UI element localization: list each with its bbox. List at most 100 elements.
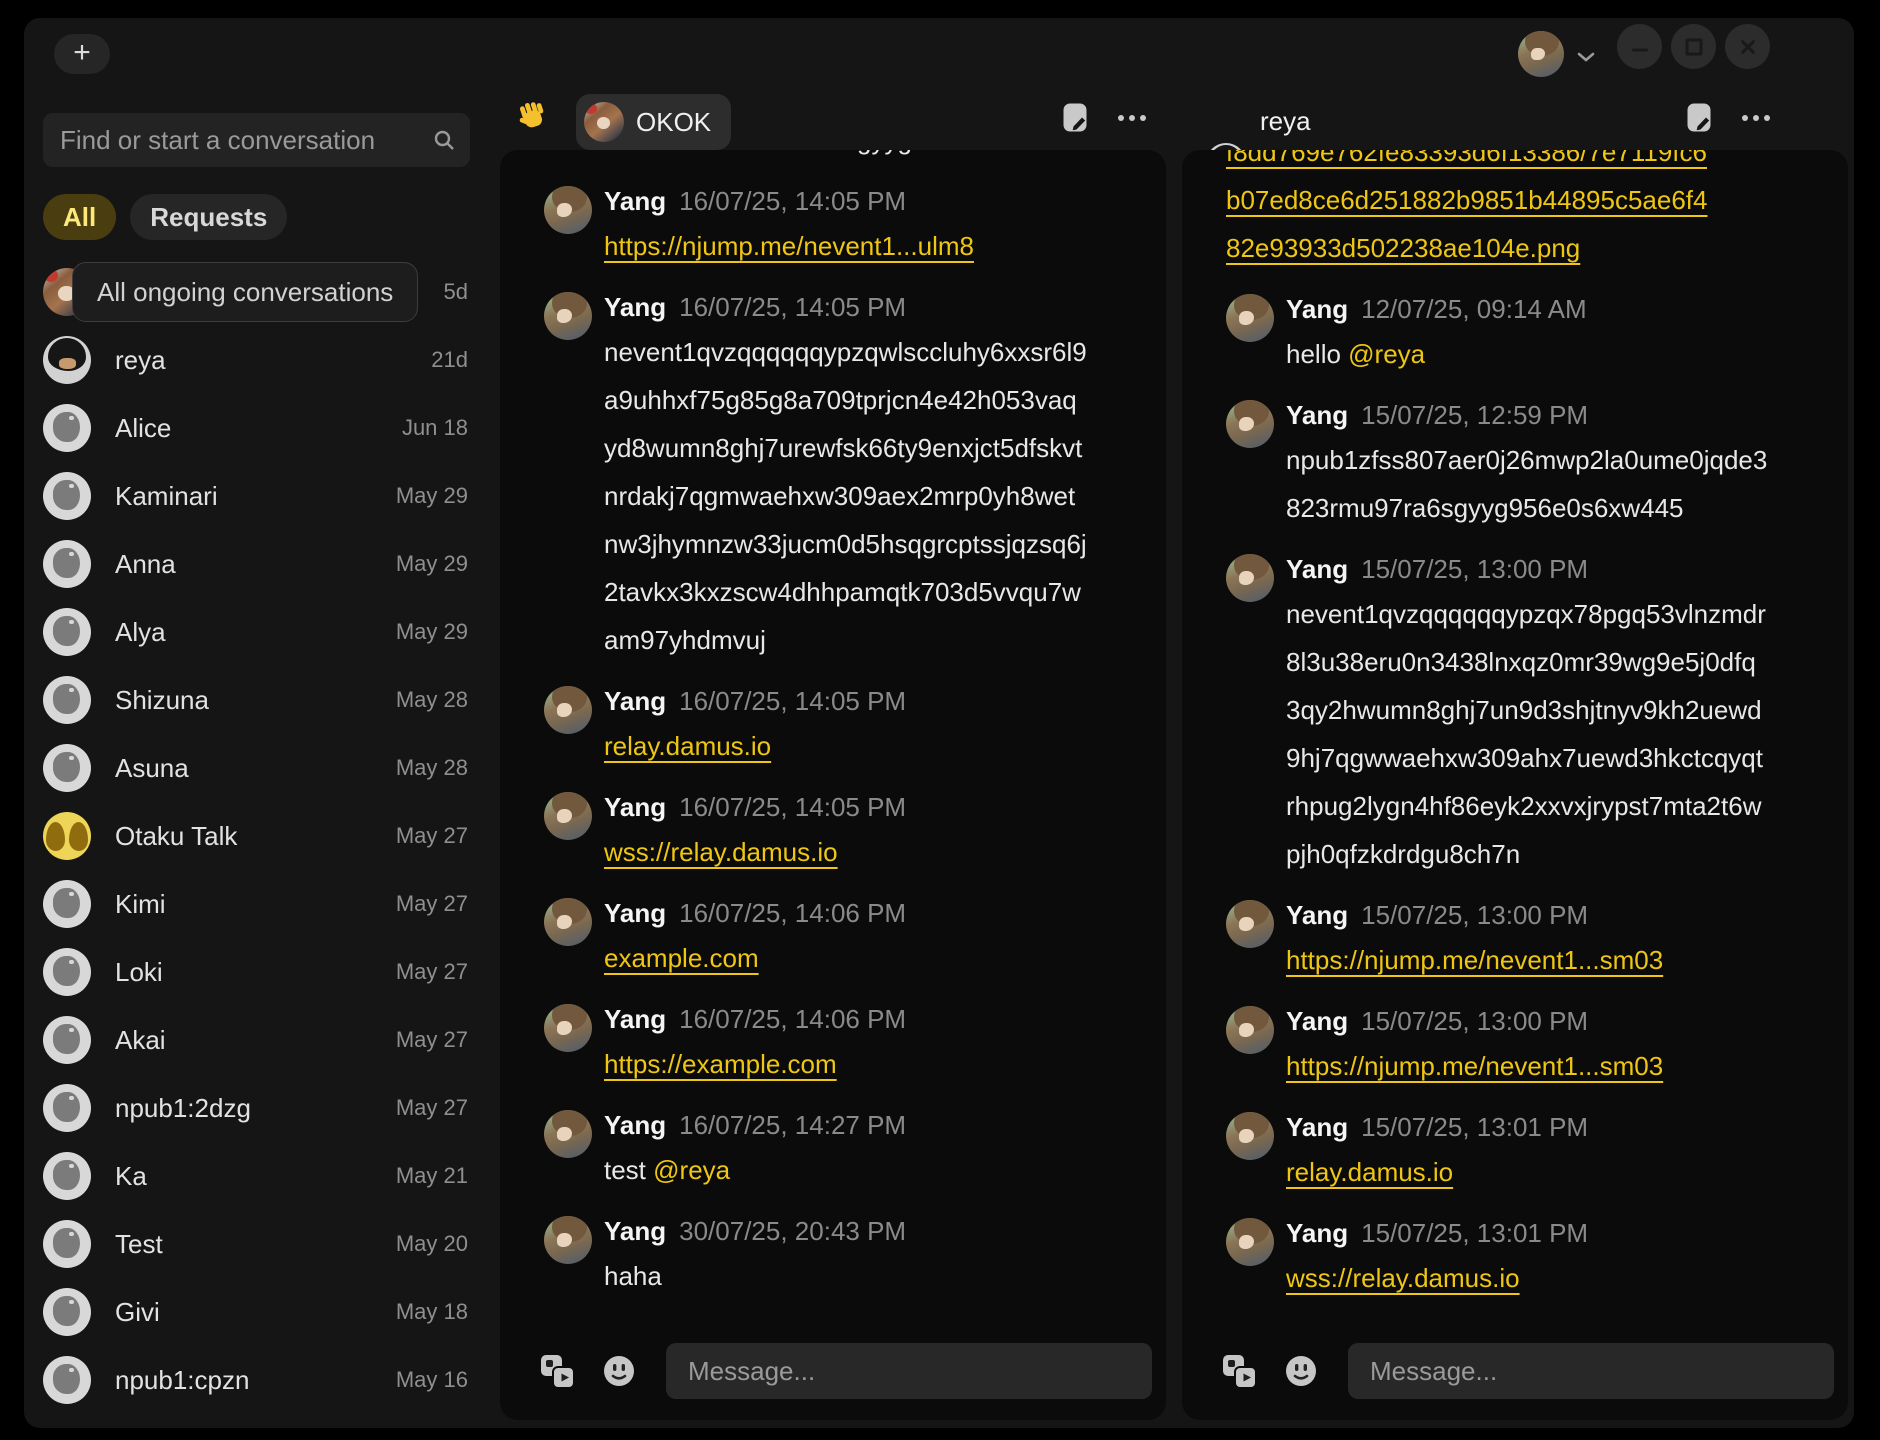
- message: Yang 16/07/25, 14:05 PM nevent1qvzqqqqqqyp…: [544, 290, 1146, 664]
- minimize-icon: [1632, 49, 1648, 52]
- message-list[interactable]: f8dd769e762fe83393d6f13386/7e7119fc6b07e…: [1226, 150, 1828, 1316]
- conversation-name: Loki: [115, 957, 163, 988]
- message-link[interactable]: wss://relay.damus.io: [1286, 1263, 1520, 1293]
- more-options-icon[interactable]: [1118, 102, 1146, 133]
- new-conversation-button[interactable]: +: [54, 34, 110, 74]
- chat-title: reya: [1260, 106, 1311, 137]
- conversation-item[interactable]: ShizunaMay 28: [43, 666, 468, 734]
- app-window: + All Requests 5dreya21dAliceJun 18Kamin…: [24, 18, 1854, 1428]
- conversation-item[interactable]: AkaiMay 27: [43, 1006, 468, 1074]
- message-link[interactable]: https://njump.me/nevent1...sm03: [1286, 945, 1663, 975]
- message-input[interactable]: [666, 1343, 1152, 1399]
- avatar: [544, 686, 592, 734]
- avatar: [43, 608, 91, 656]
- message-link[interactable]: f8dd769e762fe83393d6f13386/7e7119fc6b07e…: [1226, 150, 1707, 263]
- message: Yang16/07/25, 14:05 PMrelay.damus.io: [544, 684, 1146, 770]
- conversation-item[interactable]: TestMay 20: [43, 1210, 468, 1278]
- avatar: [1226, 1112, 1274, 1160]
- message-input[interactable]: [1348, 1343, 1834, 1399]
- message-link[interactable]: https://njump.me/nevent1...ulm8: [604, 231, 974, 261]
- mention[interactable]: @reya: [1348, 339, 1425, 369]
- message-link[interactable]: relay.damus.io: [1286, 1157, 1453, 1187]
- maximize-icon: [1685, 38, 1702, 55]
- avatar: [1226, 1218, 1274, 1266]
- message-sender: Yang: [1286, 292, 1348, 326]
- conversation-date: May 27: [396, 891, 468, 917]
- conversation-name: Givi: [115, 1297, 160, 1328]
- conversation-date: May 29: [396, 551, 468, 577]
- message-sender: Yang: [604, 290, 666, 324]
- attach-media-icon[interactable]: [540, 1354, 576, 1389]
- tooltip: All ongoing conversations: [72, 262, 418, 322]
- note-edit-icon[interactable]: [1062, 102, 1089, 133]
- avatar: [43, 1152, 91, 1200]
- message-timestamp: 15/07/25, 13:01 PM: [1361, 1110, 1588, 1144]
- chat-header-okok[interactable]: OKOK: [576, 94, 731, 150]
- conversation-date: May 28: [396, 687, 468, 713]
- message-link[interactable]: relay.damus.io: [604, 731, 771, 761]
- conversation-item[interactable]: npub1:cpznMay 16: [43, 1346, 468, 1414]
- conversation-item[interactable]: KimiMay 27: [43, 870, 468, 938]
- message-body: f8dd769e762fe83393d6f13386/7e7119fc6b07e…: [1226, 150, 1710, 272]
- message-text: nevent1qvzqqqqqqypzqx78pgq53vlnzmdr8l3u3…: [1286, 599, 1766, 869]
- conversation-item[interactable]: Otaku TalkMay 27: [43, 802, 468, 870]
- note-edit-icon[interactable]: [1686, 102, 1713, 133]
- message: Yang16/07/25, 14:06 PMhttps://example.co…: [544, 1002, 1146, 1088]
- conversation-date: May 27: [396, 959, 468, 985]
- minimize-button[interactable]: [1617, 24, 1662, 69]
- conversation-date: May 21: [396, 1163, 468, 1189]
- message: Yang 15/07/25, 13:01 PM relay.damus.io: [1226, 1110, 1828, 1196]
- conversation-item[interactable]: Givi May 18: [43, 1278, 468, 1346]
- conversation-item[interactable]: reya21d: [43, 326, 468, 394]
- close-button[interactable]: [1725, 24, 1770, 69]
- more-options-icon[interactable]: [1742, 102, 1770, 133]
- search-input[interactable]: [43, 125, 432, 156]
- conversation-item[interactable]: Loki May 27: [43, 938, 468, 1006]
- account-avatar[interactable]: [1518, 31, 1564, 77]
- message-link[interactable]: wss://relay.damus.io: [604, 837, 838, 867]
- conversation-item[interactable]: AlyaMay 29: [43, 598, 468, 666]
- message: Yang15/07/25, 13:00 PMhttps://njump.me/n…: [1226, 1004, 1828, 1090]
- conversation-item[interactable]: npub1:2dzgMay 27: [43, 1074, 468, 1142]
- avatar: [544, 1004, 592, 1052]
- chat-title: OKOK: [636, 107, 711, 138]
- avatar: [43, 812, 91, 860]
- avatar: [544, 898, 592, 946]
- conversation-name: Alya: [115, 617, 166, 648]
- conversation-item[interactable]: AsunaMay 28: [43, 734, 468, 802]
- message-sender: Yang: [1286, 1216, 1348, 1250]
- conversation-item[interactable]: AliceJun 18: [43, 394, 468, 462]
- message-sender: Yang: [1286, 552, 1348, 586]
- chat-panel-reya: f8dd769e762fe83393d6f13386/7e7119fc6b07e…: [1182, 150, 1848, 1420]
- avatar: [43, 540, 91, 588]
- mention[interactable]: @reya: [653, 1155, 730, 1185]
- conversation-date: May 18: [396, 1299, 468, 1325]
- message-timestamp: 16/07/25, 14:05 PM: [679, 290, 906, 324]
- conversation-list: 5dreya21dAliceJun 18KaminariMay 29AnnaMa…: [43, 258, 468, 1414]
- maximize-button[interactable]: [1671, 24, 1716, 69]
- message-link[interactable]: https://example.com: [604, 1049, 837, 1079]
- message-sender: Yang: [604, 1214, 666, 1248]
- emoji-icon[interactable]: [1284, 1354, 1318, 1388]
- conversation-item[interactable]: KaminariMay 29: [43, 462, 468, 530]
- message-sender: Yang: [1286, 1110, 1348, 1144]
- avatar: [43, 336, 91, 384]
- message-timestamp: 12/07/25, 09:14 AM: [1361, 292, 1587, 326]
- conversation-item[interactable]: KaMay 21: [43, 1142, 468, 1210]
- filter-requests[interactable]: Requests: [130, 194, 287, 240]
- conversation-date: Jun 18: [402, 415, 468, 441]
- message-timestamp: 15/07/25, 13:00 PM: [1361, 552, 1588, 586]
- message: f8dd769e762fe83393d6f13386/7e7119fc6b07e…: [1226, 150, 1828, 272]
- attach-media-icon[interactable]: [1222, 1354, 1258, 1389]
- message-body: https://njump.me/nevent1...sm03: [1286, 936, 1663, 984]
- emoji-icon[interactable]: [602, 1354, 636, 1388]
- message-sender: Yang: [604, 684, 666, 718]
- message-link[interactable]: https://njump.me/nevent1...sm03: [1286, 1051, 1663, 1081]
- message-link[interactable]: example.com: [604, 943, 759, 973]
- conversation-item[interactable]: AnnaMay 29: [43, 530, 468, 598]
- filter-all[interactable]: All: [43, 194, 116, 240]
- message-body: nevent1qvzqqqqqqypzqwlsccluhy6xxsr6l9a9u…: [604, 328, 1088, 664]
- conversation-name: Kaminari: [115, 481, 218, 512]
- chevron-down-icon[interactable]: [1576, 50, 1596, 68]
- message-list[interactable]: gyygYang16/07/25, 14:05 PMhttps://njump.…: [544, 150, 1146, 1316]
